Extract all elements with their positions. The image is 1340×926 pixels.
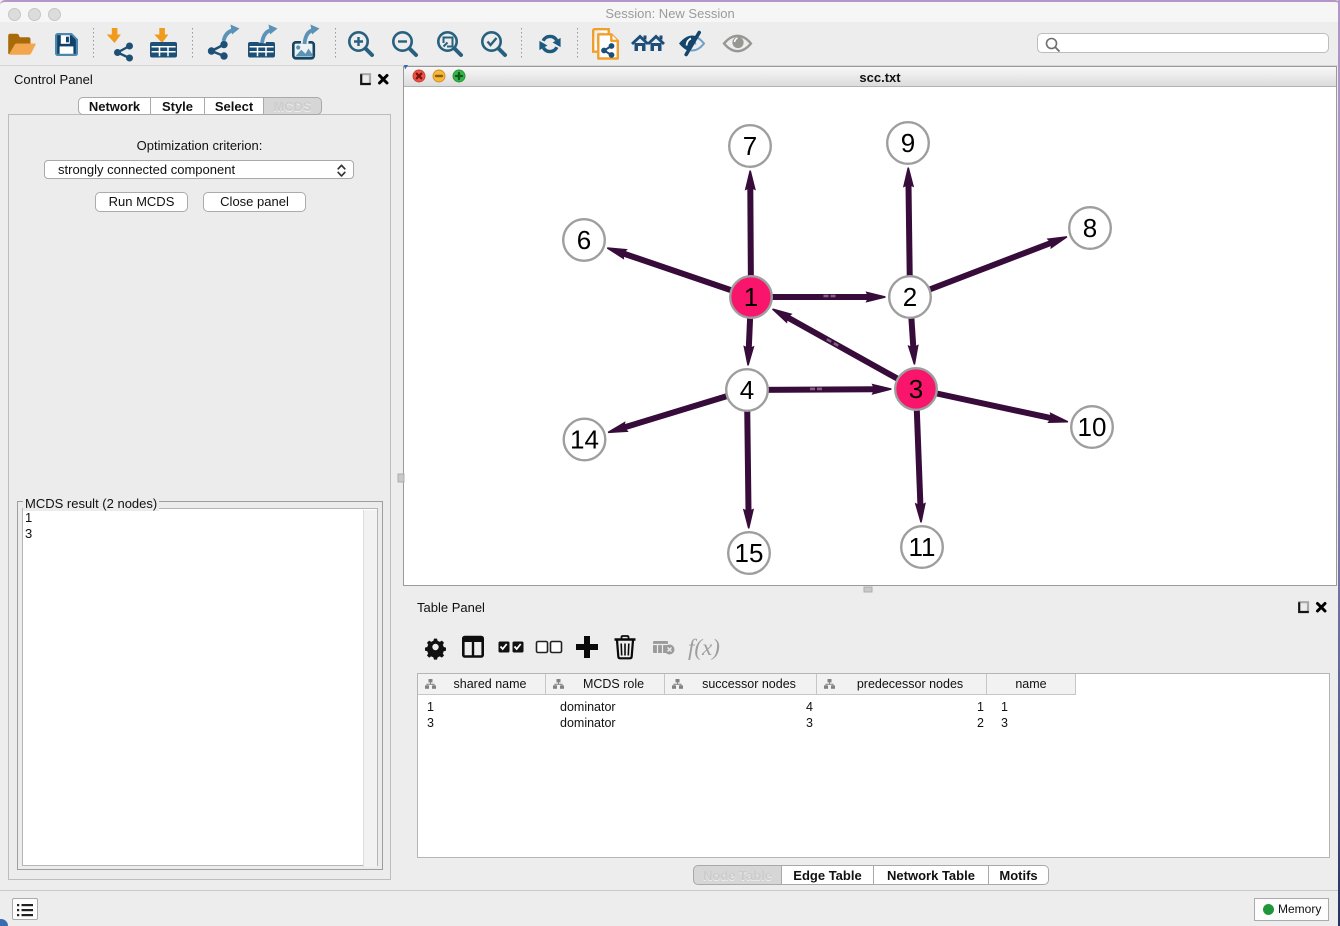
svg-text:6: 6 — [577, 225, 591, 255]
svg-text:14: 14 — [570, 425, 599, 455]
svg-text:15: 15 — [735, 538, 764, 568]
svg-text:f(x): f(x) — [688, 635, 720, 660]
svg-text:10: 10 — [1078, 412, 1107, 442]
svg-text:7: 7 — [743, 131, 757, 161]
svg-text:4: 4 — [740, 375, 754, 405]
svg-text:11: 11 — [909, 532, 936, 562]
svg-text:2: 2 — [903, 282, 917, 312]
svg-text:9: 9 — [901, 128, 915, 158]
svg-text:3: 3 — [909, 374, 923, 404]
svg-text:8: 8 — [1083, 213, 1097, 243]
svg-text:1: 1 — [744, 282, 758, 312]
